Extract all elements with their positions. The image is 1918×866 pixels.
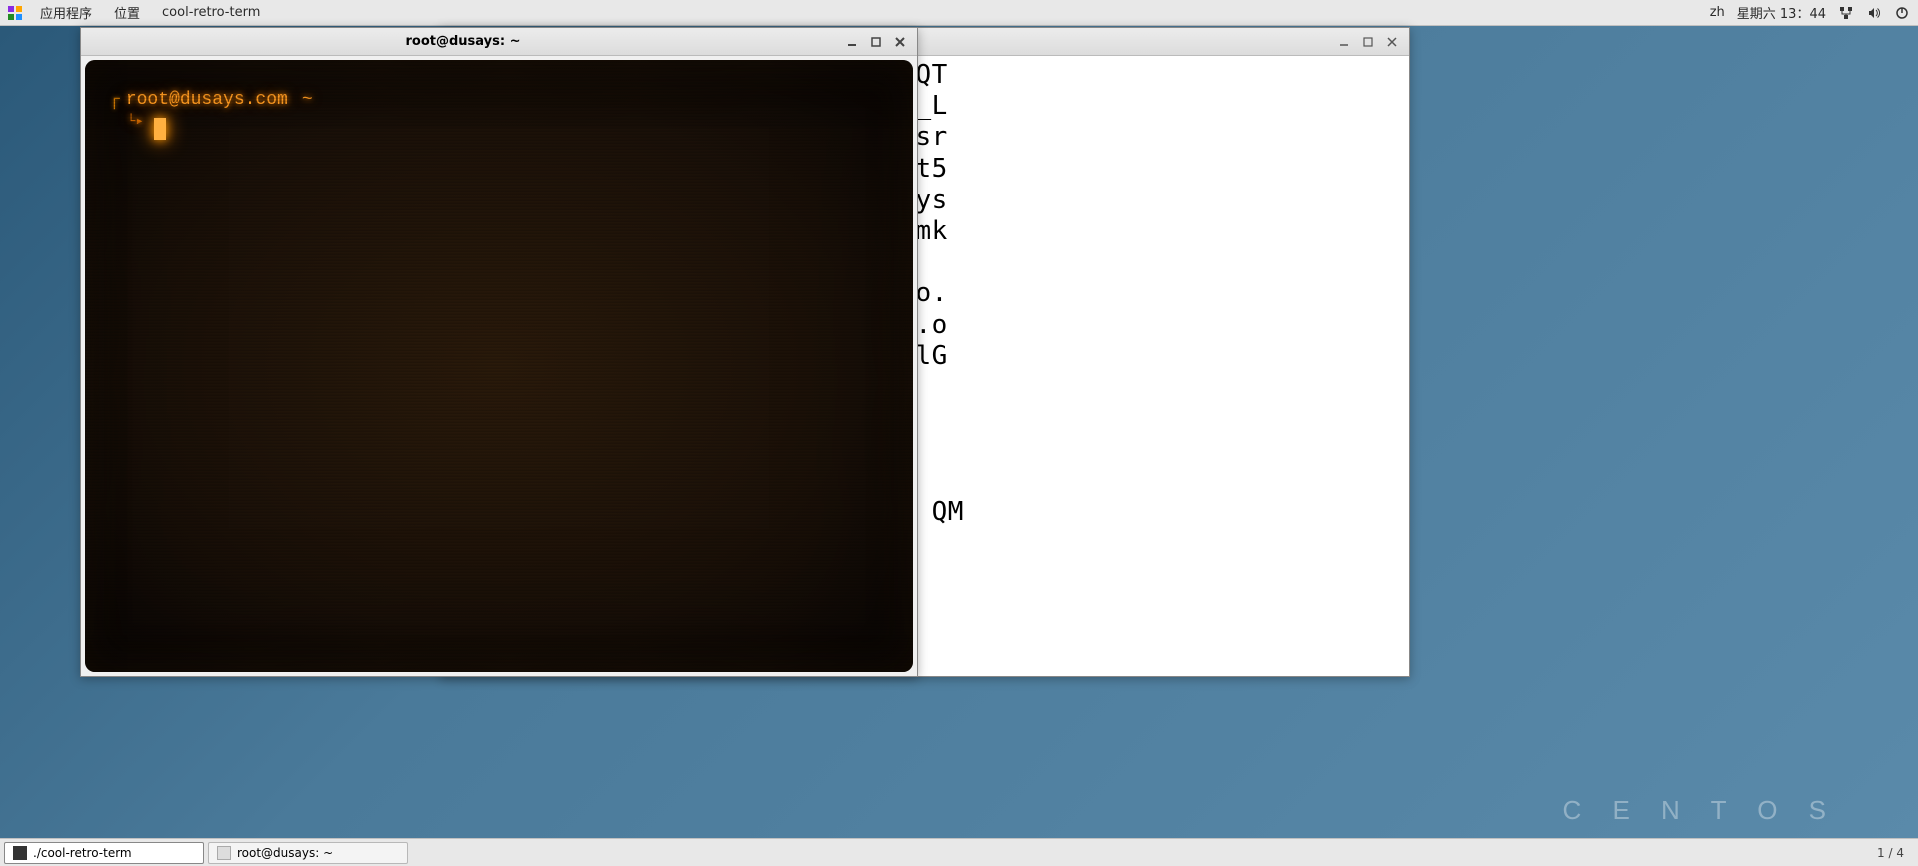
centos-watermark: C E N T O S: [1562, 795, 1838, 826]
menu-applications[interactable]: 应用程序: [36, 1, 96, 24]
power-icon[interactable]: [1894, 5, 1910, 21]
keyboard-layout-indicator[interactable]: zh: [1710, 5, 1725, 20]
top-panel: 应用程序 位置 cool-retro-term zh 星期六 13：44: [0, 0, 1918, 26]
close-button[interactable]: [889, 32, 911, 52]
taskbar: ./cool-retro-term root@dusays: ~ 1 / 4: [0, 838, 1918, 866]
prompt-corner: ┌: [109, 90, 120, 110]
task-button-root-dusays[interactable]: root@dusays: ~: [208, 842, 408, 864]
terminal-icon: [13, 846, 27, 860]
retro-terminal-window[interactable]: root@dusays: ~ ┌ root@dusays.com ~ └▸: [80, 27, 918, 677]
terminal-prompt-line: ┌ root@dusays.com ~: [109, 90, 889, 110]
terminal-input-line: └▸: [109, 110, 889, 132]
close-button[interactable]: [1381, 32, 1403, 52]
centos-logo-icon: [8, 6, 22, 20]
prompt-path: ~: [302, 90, 313, 110]
volume-icon[interactable]: [1866, 5, 1882, 21]
network-icon[interactable]: [1838, 5, 1854, 21]
workspace-indicator[interactable]: 1 / 4: [1867, 846, 1914, 860]
maximize-button[interactable]: [865, 32, 887, 52]
window-title: root@dusays: ~: [87, 34, 839, 49]
maximize-button[interactable]: [1357, 32, 1379, 52]
minimize-button[interactable]: [1333, 32, 1355, 52]
task-label: ./cool-retro-term: [33, 846, 132, 860]
menu-app-title[interactable]: cool-retro-term: [158, 3, 264, 22]
task-button-cool-retro-term[interactable]: ./cool-retro-term: [4, 842, 204, 864]
task-label: root@dusays: ~: [237, 846, 333, 860]
menu-places[interactable]: 位置: [110, 1, 144, 24]
prompt-arrow: └▸: [127, 113, 144, 130]
terminal-cursor: [154, 118, 166, 140]
retro-terminal-titlebar[interactable]: root@dusays: ~: [81, 28, 917, 56]
retro-terminal-screen[interactable]: ┌ root@dusays.com ~ └▸: [85, 60, 913, 672]
terminal-icon: [217, 846, 231, 860]
prompt-host: root@dusays.com: [126, 90, 288, 110]
minimize-button[interactable]: [841, 32, 863, 52]
clock[interactable]: 星期六 13：44: [1737, 3, 1826, 22]
